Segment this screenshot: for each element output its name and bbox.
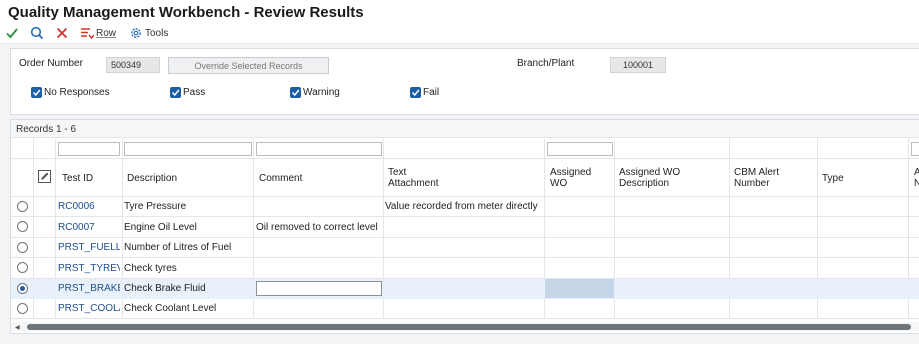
row-select-radio[interactable] [17, 201, 28, 212]
override-selected-records-button[interactable]: Override Selected Records [168, 57, 329, 74]
row-text-attachment: Value recorded from meter directly [385, 201, 538, 212]
pass-label: Pass [183, 87, 206, 98]
tools-menu-label: Tools [145, 27, 169, 39]
close-button[interactable] [55, 25, 69, 41]
col-comment[interactable]: Comment [259, 173, 302, 184]
gear-icon [131, 28, 141, 38]
row-select-radio[interactable] [17, 242, 28, 253]
col-cbm-alert-line2[interactable]: Number [734, 178, 770, 189]
edit-row-icon[interactable] [38, 170, 51, 186]
assigned-wo-selected-cell[interactable] [545, 279, 614, 298]
col-type[interactable]: Type [822, 173, 844, 184]
filter-next-column[interactable] [911, 142, 919, 156]
col-assigned-wo-line1[interactable]: Assigned [550, 167, 591, 178]
row-description: Tyre Pressure [124, 201, 187, 212]
branch-plant-label: Branch/Plant [517, 58, 575, 69]
row-description: Check tyres [124, 263, 177, 274]
search-icon [30, 26, 44, 40]
row-description: Number of Litres of Fuel [124, 242, 232, 253]
results-grid: Records 1 - 6 Test ID Description Commen… [10, 119, 919, 334]
row-description: Check Brake Fluid [124, 283, 206, 294]
branch-plant-field: 100001 [610, 57, 666, 73]
records-count: Records 1 - 6 [11, 120, 919, 138]
row-menu[interactable]: Row [80, 25, 116, 41]
col-next-line1[interactable]: A [914, 167, 919, 178]
col-assigned-wo-desc-line2[interactable]: Description [619, 178, 669, 189]
checkbox-checked-icon [410, 87, 421, 98]
col-next-line2[interactable]: N [914, 178, 919, 189]
close-icon [56, 27, 68, 39]
filter-test-id[interactable] [58, 142, 120, 156]
order-number-field: 500349 [106, 57, 160, 73]
checkbox-checked-icon [31, 87, 42, 98]
col-description[interactable]: Description [127, 173, 177, 184]
toolbar: Row Tools [0, 22, 919, 44]
row-menu-label: Row [96, 27, 117, 39]
row-test-id[interactable]: RC0006 [58, 201, 120, 212]
col-cbm-alert-line1[interactable]: CBM Alert [734, 167, 779, 178]
row-test-id[interactable]: PRST_COOLAN [58, 303, 120, 314]
row-test-id[interactable]: PRST_BRAKEFI [58, 283, 120, 294]
row-menu-icon [81, 28, 94, 40]
tools-menu[interactable]: Tools [129, 25, 168, 41]
filter-assigned-wo[interactable] [547, 142, 613, 156]
no-responses-label: No Responses [44, 87, 110, 98]
row-test-id[interactable]: PRST_TYREVIS [58, 263, 120, 274]
checkbox-checked-icon [290, 87, 301, 98]
comment-edit-input[interactable] [256, 281, 382, 296]
checkmark-icon [6, 28, 18, 39]
ok-button[interactable] [5, 25, 19, 41]
row-select-radio-selected[interactable] [17, 283, 28, 294]
find-button[interactable] [30, 25, 44, 41]
row-description: Engine Oil Level [124, 222, 197, 233]
row-test-id[interactable]: PRST_FUELLIT [58, 242, 120, 253]
col-assigned-wo-line2[interactable]: WO [550, 178, 567, 189]
row-description: Check Coolant Level [124, 303, 217, 314]
fail-checkbox[interactable]: Fail [410, 87, 439, 98]
scroll-left-icon[interactable]: ◀ [15, 324, 20, 331]
window-title: Quality Management Workbench - Review Re… [0, 0, 919, 22]
row-select-radio[interactable] [17, 262, 28, 273]
horizontal-scrollbar[interactable]: ◀ [11, 322, 919, 331]
header-panel: Order Number 500349 Override Selected Re… [10, 48, 919, 115]
filter-description[interactable] [124, 142, 252, 156]
pass-checkbox[interactable]: Pass [170, 87, 205, 98]
col-text-attachment-line2[interactable]: Attachment [388, 178, 439, 189]
no-responses-checkbox[interactable]: No Responses [31, 87, 110, 98]
row-select-radio[interactable] [17, 303, 28, 314]
col-assigned-wo-desc-line1[interactable]: Assigned WO [619, 167, 680, 178]
warning-checkbox[interactable]: Warning [290, 87, 340, 98]
checkbox-checked-icon [170, 87, 181, 98]
filter-comment[interactable] [256, 142, 382, 156]
col-test-id[interactable]: Test ID [62, 173, 93, 184]
order-number-label: Order Number [19, 58, 83, 69]
warning-label: Warning [303, 87, 340, 98]
row-select-radio[interactable] [17, 221, 28, 232]
col-text-attachment-line1[interactable]: Text [388, 167, 406, 178]
scrollbar-thumb[interactable] [27, 324, 911, 330]
fail-label: Fail [423, 87, 440, 98]
row-test-id[interactable]: RC0007 [58, 222, 120, 233]
row-comment: Oil removed to correct level [256, 222, 378, 233]
